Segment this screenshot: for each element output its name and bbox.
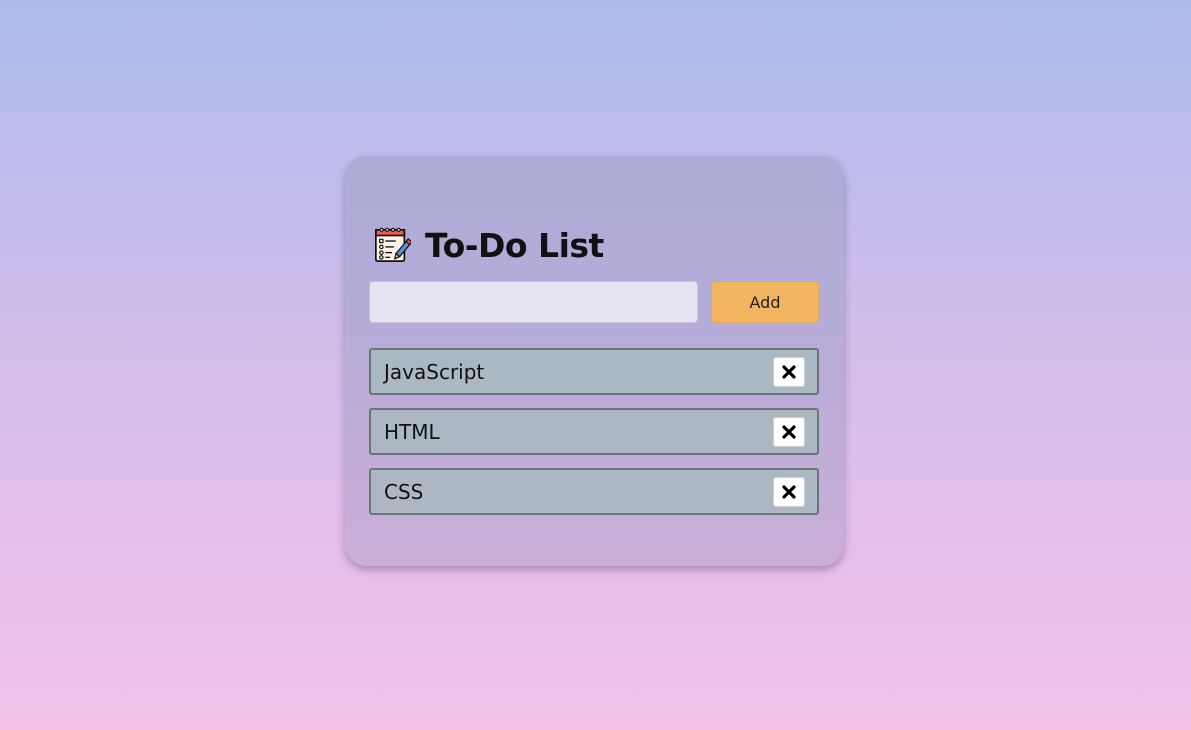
task-item-html: HTML xyxy=(369,408,819,455)
delete-task-button[interactable] xyxy=(773,356,805,387)
task-text: HTML xyxy=(384,419,440,444)
task-item-css: CSS xyxy=(369,468,819,515)
close-icon xyxy=(782,484,796,499)
delete-task-button[interactable] xyxy=(773,476,805,507)
task-text: CSS xyxy=(384,479,424,504)
task-item-javascript: JavaScript xyxy=(369,348,819,395)
close-icon xyxy=(782,424,796,439)
task-list: JavaScript HTML CSS xyxy=(369,348,819,528)
header: To-Do List xyxy=(373,224,604,266)
page-title: To-Do List xyxy=(425,225,604,265)
delete-task-button[interactable] xyxy=(773,416,805,447)
task-input[interactable] xyxy=(369,281,698,323)
add-button[interactable]: Add xyxy=(711,281,819,323)
task-text: JavaScript xyxy=(384,359,485,384)
notepad-checklist-icon xyxy=(374,227,411,263)
close-icon xyxy=(782,364,796,379)
todo-card: To-Do List Add JavaScript HTML CSS xyxy=(345,156,844,566)
